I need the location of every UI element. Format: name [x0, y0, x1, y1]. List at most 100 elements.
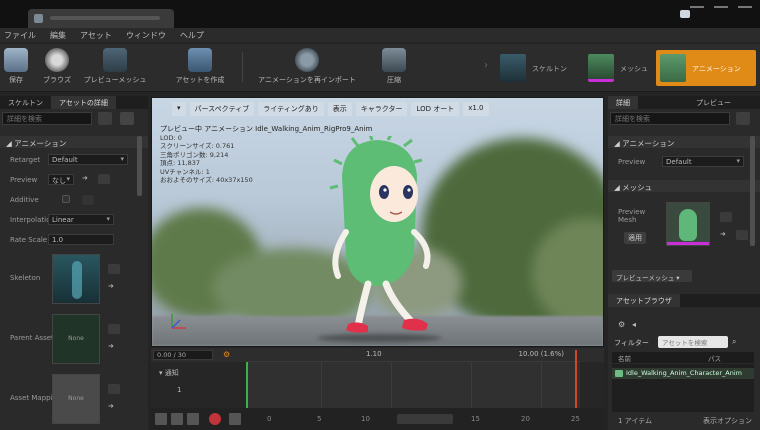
search-small-icon[interactable] — [98, 174, 110, 184]
retarget-dropdown[interactable]: Default — [48, 154, 128, 165]
menu-asset[interactable]: アセット — [80, 30, 112, 41]
parent-options-icon[interactable] — [108, 324, 120, 334]
tab-asset-browser[interactable]: アセットブラウザ — [608, 294, 680, 307]
record-icon[interactable] — [209, 413, 221, 425]
preview-mesh-apply-all[interactable]: プレビューメッシュ ▾ — [612, 270, 692, 282]
playback-controls: 0 5 10 15 20 25 — [151, 408, 604, 430]
section-animation[interactable]: ◢ アニメーション — [608, 136, 760, 148]
reimport-button[interactable]: アニメーションを再インポート — [252, 48, 362, 88]
apply-mesh-button[interactable]: 適用 — [624, 232, 646, 244]
play-reverse-icon[interactable] — [187, 413, 199, 425]
stat-line: LOD: 0 — [160, 133, 182, 142]
mesh-browse-icon[interactable]: ➜ — [720, 230, 732, 240]
main-toolbar: 保存 ブラウズ プレビューメッシュ アセットを作成 アニメーションを再インポート… — [0, 44, 760, 92]
frame-input[interactable]: 0.00 / 30 — [153, 350, 213, 360]
lod-button[interactable]: LOD オート — [411, 102, 460, 116]
preview-mesh-button[interactable]: プレビューメッシュ — [80, 48, 150, 88]
save-button[interactable]: 保存 — [2, 48, 30, 88]
playhead-start[interactable] — [246, 362, 248, 408]
skeleton-options-icon[interactable] — [108, 264, 120, 274]
tab-asset-details[interactable]: アセットの詳細 — [51, 96, 116, 109]
view-options-button[interactable]: 表示オプション — [703, 416, 752, 426]
close-button[interactable] — [738, 6, 752, 14]
prop-interpolation: Interpolation Linear — [0, 214, 148, 226]
mapping-options-icon[interactable] — [108, 384, 120, 394]
perspective-button[interactable]: パースペクティブ — [189, 102, 255, 116]
timeline-ruler[interactable]: 1.10 10.00 (1.6%) — [246, 348, 580, 362]
asset-browser-tabbar: アセットブラウザ — [608, 294, 760, 307]
timeline-track-area[interactable] — [246, 362, 580, 408]
mesh-type-bar — [667, 242, 709, 245]
viewport-menu-button[interactable]: ▾ — [172, 102, 186, 116]
asset-list-item[interactable]: Idle_Walking_Anim_Character_Anim — [612, 368, 754, 379]
menu-help[interactable]: ヘルプ — [180, 30, 204, 41]
lighting-button[interactable]: ライティングあり — [258, 102, 324, 116]
prop-preview-pose: Preview Default — [608, 156, 760, 168]
grid-view-icon[interactable] — [736, 112, 750, 125]
reset-icon[interactable] — [82, 195, 94, 205]
menu-file[interactable]: ファイル — [4, 30, 36, 41]
preview-dropdown[interactable]: なし — [48, 174, 74, 185]
section-animation[interactable]: ◢ アニメーション — [0, 136, 148, 148]
section-mesh[interactable]: ◢ メッシュ — [608, 180, 760, 192]
interpolation-dropdown[interactable]: Linear — [48, 214, 114, 225]
skeleton-figure-icon — [72, 261, 82, 299]
right-scrollbar[interactable] — [750, 136, 755, 246]
mode-mesh[interactable]: メッシュ — [584, 50, 654, 86]
settings-icon[interactable]: ⚙ — [618, 320, 625, 329]
skip-start-icon[interactable] — [155, 413, 167, 425]
details-search-input[interactable]: 詳細を検索 — [610, 112, 730, 125]
show-button[interactable]: 表示 — [327, 102, 352, 116]
timeline-scrollbar[interactable] — [397, 414, 453, 424]
speed-button[interactable]: x1.0 — [463, 102, 489, 116]
pause-icon[interactable] — [229, 413, 241, 425]
browse-button[interactable]: ブラウズ — [40, 48, 74, 88]
notification-icon[interactable] — [680, 10, 690, 18]
search-icon[interactable]: ⌕ — [732, 337, 736, 347]
playhead-marker[interactable] — [575, 350, 577, 408]
compress-button[interactable]: 圧縮 — [376, 48, 412, 88]
skeleton-browse-icon[interactable]: ➜ — [108, 282, 120, 292]
notifies-track-label[interactable]: ▾ 通知 — [159, 368, 179, 378]
eye-icon[interactable] — [120, 112, 134, 125]
character-button[interactable]: キャラクター — [355, 102, 408, 116]
mode-skeleton[interactable]: スケルトン — [496, 50, 582, 86]
app-window: ファイル 編集 アセット ウィンドウ ヘルプ 保存 ブラウズ プレビューメッシュ… — [0, 0, 760, 430]
rate-scale-input[interactable]: 1.0 — [48, 234, 114, 245]
document-tab[interactable] — [28, 9, 174, 28]
axis-gizmo-icon — [171, 314, 186, 329]
tab-skeleton[interactable]: スケルトン — [0, 96, 51, 109]
asset-search-input[interactable]: アセットを検索 — [658, 336, 728, 348]
asset-list-header: 名前 パス — [612, 352, 754, 363]
mapping-browse-icon[interactable]: ➜ — [108, 402, 120, 412]
preview-viewport[interactable]: ▾ パースペクティブ ライティングあり 表示 キャラクター LOD オート x1… — [151, 97, 604, 347]
parent-asset-thumbnail[interactable]: None — [52, 314, 100, 364]
arrow-icon[interactable]: ➜ — [82, 174, 94, 184]
back-icon[interactable]: ◂ — [632, 320, 636, 329]
maximize-button[interactable] — [714, 6, 728, 14]
left-scrollbar[interactable] — [137, 136, 142, 196]
search-input[interactable]: 詳細を検索 — [2, 112, 92, 125]
left-panel: スケルトン アセットの詳細 詳細を検索 ◢ アニメーション Retarget D… — [0, 96, 148, 430]
grid-view-icon[interactable] — [98, 112, 112, 125]
asset-mapping-thumbnail[interactable]: None — [52, 374, 100, 424]
title-bar — [0, 0, 760, 28]
mesh-options-icon[interactable] — [720, 212, 732, 222]
collapse-arrow-icon: ◢ — [614, 139, 623, 148]
timeline-options-icon[interactable]: ⚙ — [223, 350, 230, 359]
mode-animation[interactable]: アニメーション — [656, 50, 756, 86]
create-asset-button[interactable]: アセットを作成 — [168, 48, 232, 88]
additive-checkbox[interactable] — [62, 195, 70, 203]
tab-details[interactable]: 詳細 — [608, 96, 638, 109]
menu-window[interactable]: ウィンドウ — [126, 30, 166, 41]
mesh-search-icon[interactable] — [736, 230, 748, 240]
minimize-button[interactable] — [690, 6, 704, 14]
tab-preview-settings[interactable]: プレビュー — [688, 96, 739, 109]
skeleton-thumbnail[interactable] — [52, 254, 100, 304]
prev-frame-icon[interactable] — [171, 413, 183, 425]
preview-pose-dropdown[interactable]: Default — [662, 156, 744, 167]
filter-label[interactable]: フィルター — [614, 338, 649, 348]
menu-edit[interactable]: 編集 — [50, 30, 66, 41]
parent-browse-icon[interactable]: ➜ — [108, 342, 120, 352]
preview-mesh-thumbnail[interactable] — [666, 202, 710, 246]
